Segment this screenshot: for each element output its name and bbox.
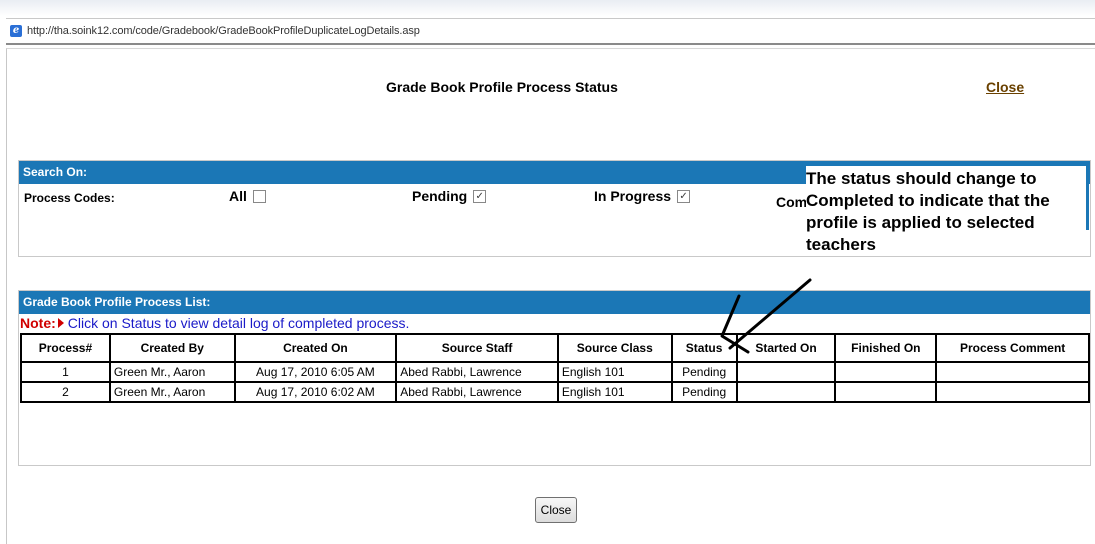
annotation-arrow-icon [720,278,812,354]
close-button[interactable]: Close [535,497,577,523]
